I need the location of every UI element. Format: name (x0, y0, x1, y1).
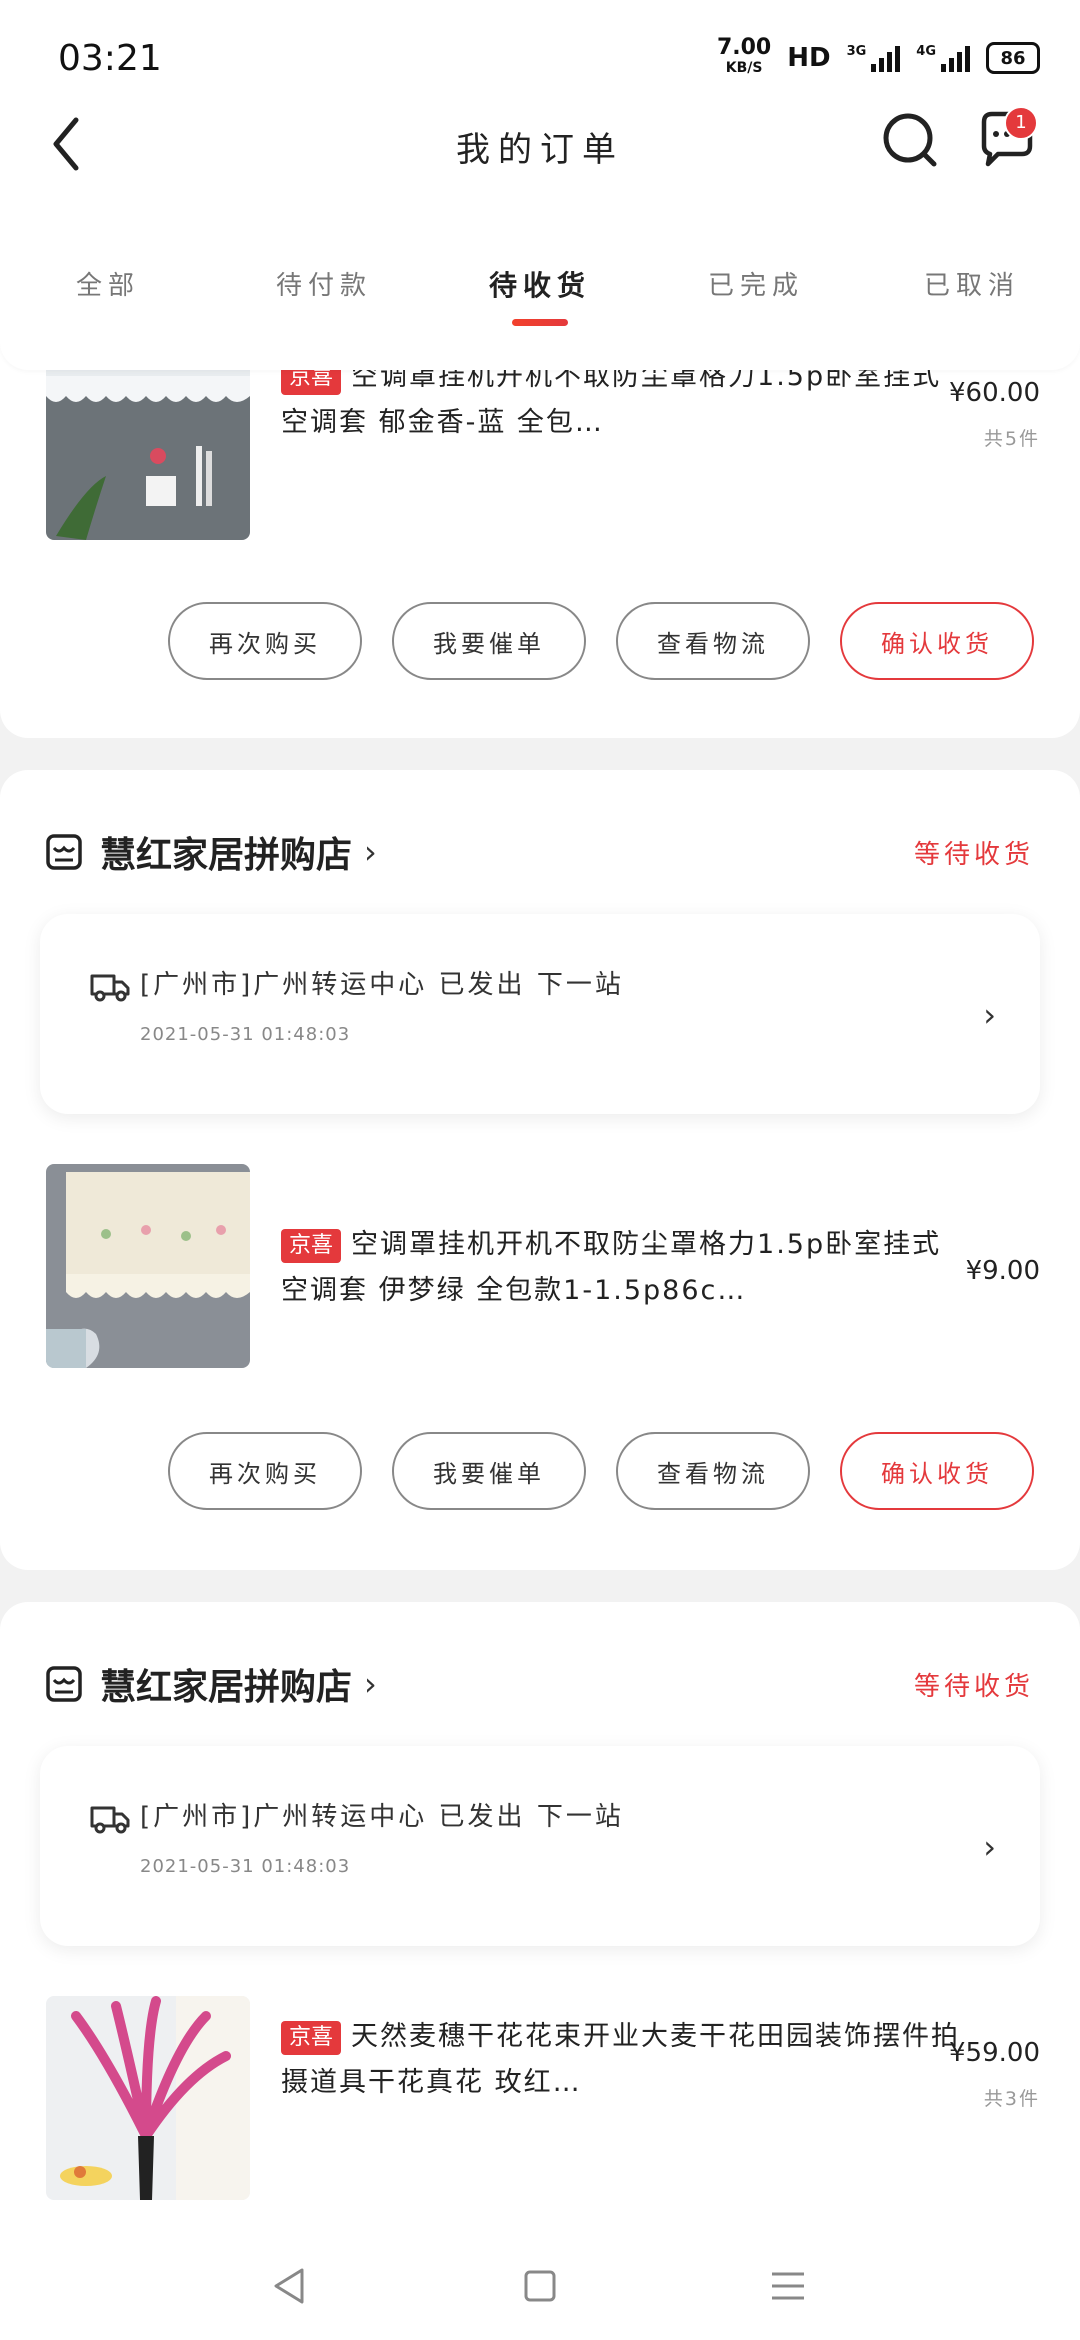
status-indicators: 7.00 KB/S HD 3G 4G 86 (716, 35, 1040, 78)
hd-indicator: HD (787, 43, 831, 73)
product-image[interactable] (46, 1164, 250, 1368)
urge-order-button[interactable]: 我要催单 (392, 1432, 586, 1510)
order-status: 等待收货 (913, 839, 1034, 870)
confirm-receipt-button[interactable]: 确认收货 (840, 1432, 1034, 1510)
signal-4g-label: 4G (916, 44, 936, 59)
buy-again-button[interactable]: 再次购买 (168, 602, 362, 680)
signal-4g-icon: 4G (916, 44, 970, 72)
urge-order-button[interactable]: 我要催单 (392, 602, 586, 680)
product-title-text: 空调罩挂机开机不取防尘罩格力1.5p卧室挂式空调套 伊梦绿 全包款1-1.5p8… (281, 1229, 942, 1306)
product-title: 京喜 空调罩挂机开机不取防尘罩格力1.5p卧室挂式空调套 伊梦绿 全包款1-1.5… (281, 1222, 961, 1314)
shop-arrow-icon: › (364, 1665, 377, 1703)
tab-cancelled[interactable]: 已取消 (864, 262, 1080, 322)
view-logistics-button[interactable]: 查看物流 (616, 602, 810, 680)
buy-again-button[interactable]: 再次购买 (168, 1432, 362, 1510)
nav-back-icon[interactable] (268, 2264, 312, 2308)
product-title-text: 天然麦穗干花花束开业大麦干花田园装饰摆件拍摄道具干花真花 玫红… (281, 2021, 961, 2098)
chevron-right-icon: › (983, 1828, 996, 1866)
product-title: 京喜 天然麦穗干花花束开业大麦干花田园装饰摆件拍摄道具干花真花 玫红… (281, 2014, 961, 2106)
battery-level: 86 (1000, 47, 1026, 69)
message-badge: 1 (1004, 106, 1038, 140)
view-logistics-button[interactable]: 查看物流 (616, 1432, 810, 1510)
status-time: 03:21 (58, 37, 162, 79)
shop-icon (46, 834, 82, 870)
signal-3g-icon: 3G (847, 44, 901, 72)
jingxi-tag: 京喜 (281, 2020, 342, 2055)
product-image[interactable] (46, 1996, 250, 2200)
top-bar: 03:21 7.00 KB/S HD 3G 4G 86 我的订单 1 全部 待付… (0, 0, 1080, 370)
tab-pending-payment[interactable]: 待付款 (216, 262, 432, 322)
nav-menu-icon[interactable] (766, 2264, 810, 2308)
speed-unit: KB/S (725, 60, 763, 76)
product-quantity: 共5件 (983, 428, 1040, 450)
product-price: ¥59.00 (949, 2038, 1040, 2068)
system-nav-bar (0, 2230, 1080, 2340)
confirm-receipt-button[interactable]: 确认收货 (840, 602, 1034, 680)
product-title-text: 空调罩挂机开机不取防尘罩格力1.5p卧室挂式空调套 郁金香-蓝 全包… (281, 361, 942, 438)
logistics-time: 2021-05-31 01:48:03 (140, 1024, 351, 1045)
product-item[interactable]: 京喜 天然麦穗干花花束开业大麦干花田园装饰摆件拍摄道具干花真花 玫红… ¥59.0… (46, 1996, 1040, 2202)
logistics-card[interactable]: [广州市]广州转运中心 已发出 下一站 2021-05-31 01:48:03 … (40, 1746, 1040, 1946)
order-card: 慧红家居拼购店 › 等待收货 [广州市]广州转运中心 已发出 下一站 2021-… (0, 770, 1080, 1570)
shop-icon (46, 1666, 82, 1702)
shop-arrow-icon: › (364, 833, 377, 871)
network-speed: 7.00 KB/S (716, 35, 772, 78)
tab-pending-receipt[interactable]: 待收货 (432, 262, 648, 326)
logistics-message: [广州市]广州转运中心 已发出 下一站 (140, 1802, 624, 1832)
order-tabs: 全部 待付款 待收货 已完成 已取消 (0, 262, 1080, 326)
tab-all[interactable]: 全部 (0, 262, 216, 322)
shop-header[interactable]: 慧红家居拼购店 › 等待收货 (46, 1656, 1034, 1712)
order-card: 慧红家居拼购店 › 等待收货 [广州市]广州转运中心 已发出 下一站 2021-… (0, 1602, 1080, 2302)
product-price: ¥60.00 (949, 378, 1040, 408)
order-status: 等待收货 (913, 1671, 1034, 1702)
tab-completed[interactable]: 已完成 (648, 262, 864, 322)
jingxi-tag: 京喜 (281, 1228, 342, 1263)
search-icon[interactable] (880, 110, 940, 170)
product-quantity: 共3件 (983, 2088, 1040, 2110)
truck-icon (90, 1806, 130, 1834)
shop-header[interactable]: 慧红家居拼购店 › 等待收货 (46, 824, 1034, 880)
product-item[interactable]: 京喜 空调罩挂机开机不取防尘罩格力1.5p卧室挂式空调套 伊梦绿 全包款1-1.5… (46, 1164, 1040, 1370)
shop-name: 慧红家居拼购店 (100, 1667, 353, 1708)
truck-icon (90, 974, 130, 1002)
status-bar: 03:21 7.00 KB/S HD 3G 4G 86 (58, 28, 1040, 88)
chevron-right-icon: › (983, 996, 996, 1034)
signal-3g-label: 3G (846, 44, 867, 59)
shop-name: 慧红家居拼购店 (100, 835, 353, 876)
speed-value: 7.00 (716, 35, 772, 60)
page-header: 我的订单 1 (0, 100, 1080, 190)
logistics-message: [广州市]广州转运中心 已发出 下一站 (140, 970, 624, 1000)
logistics-time: 2021-05-31 01:48:03 (140, 1856, 351, 1877)
order-actions: 再次购买 我要催单 查看物流 确认收货 (168, 602, 1034, 680)
logistics-card[interactable]: [广州市]广州转运中心 已发出 下一站 2021-05-31 01:48:03 … (40, 914, 1040, 1114)
nav-home-icon[interactable] (518, 2264, 562, 2308)
order-actions: 再次购买 我要催单 查看物流 确认收货 (168, 1432, 1034, 1510)
battery-icon: 86 (986, 42, 1040, 74)
product-price: ¥9.00 (965, 1256, 1040, 1286)
